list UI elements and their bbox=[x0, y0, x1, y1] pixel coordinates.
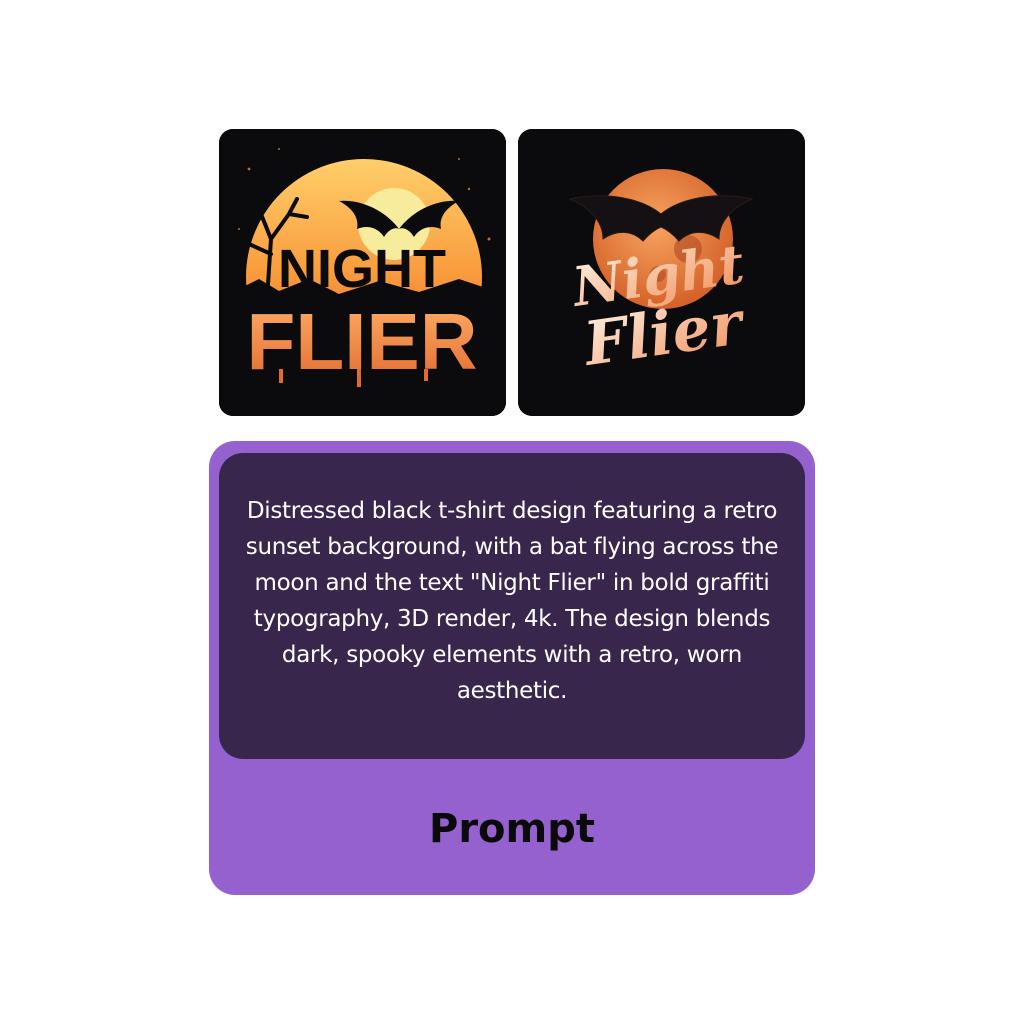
art-text-line-1: NIGHT bbox=[278, 239, 446, 299]
design-image-2: Night Flier bbox=[518, 129, 805, 416]
night-flier-artwork-1: NIGHT FLIER bbox=[219, 129, 506, 416]
night-flier-artwork-2: Night Flier bbox=[518, 129, 805, 416]
prompt-box: Distressed black t-shirt design featurin… bbox=[219, 453, 805, 759]
prompt-card: Distressed black t-shirt design featurin… bbox=[209, 441, 815, 895]
prompt-text: Distressed black t-shirt design featurin… bbox=[245, 498, 779, 704]
design-image-1: NIGHT FLIER bbox=[219, 129, 506, 416]
prompt-label: Prompt bbox=[429, 806, 595, 852]
